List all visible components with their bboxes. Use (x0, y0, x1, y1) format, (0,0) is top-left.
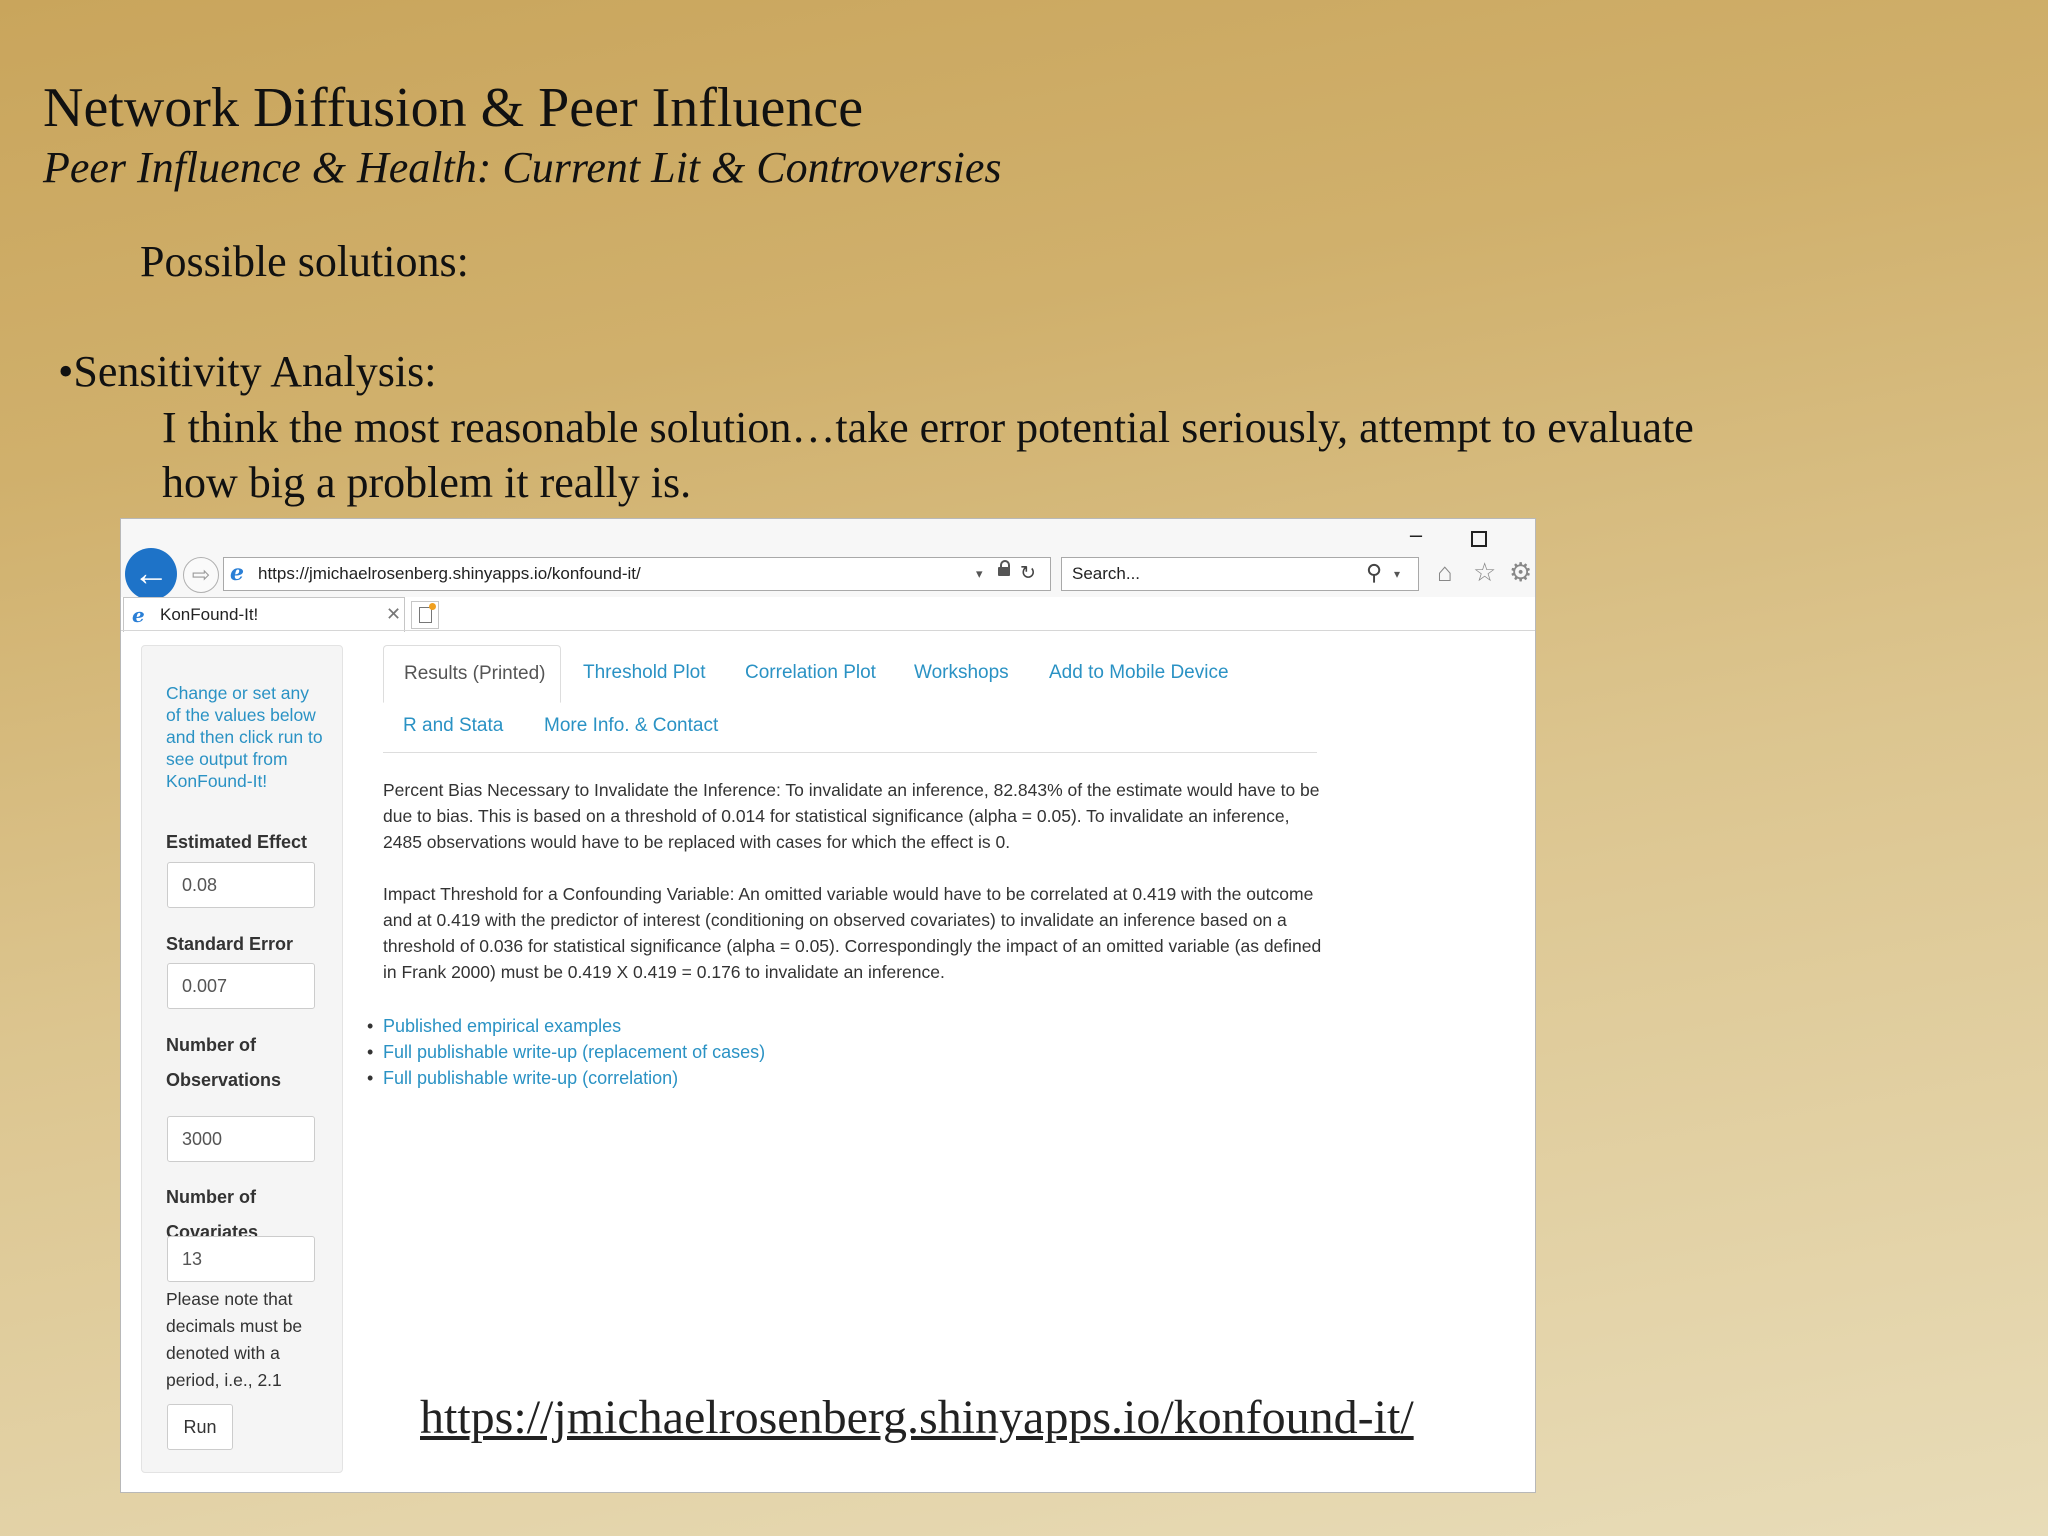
footer-url-link[interactable]: https://jmichaelrosenberg.shinyapps.io/k… (420, 1388, 1414, 1448)
list-item: • Full publishable write-up (correlation) (367, 1065, 765, 1091)
tab-more-info[interactable]: More Info. & Contact (544, 714, 718, 738)
address-dropdown-icon[interactable]: ▾ (976, 562, 983, 586)
tab-label[interactable]: KonFound-It! (160, 604, 258, 626)
content-divider (121, 630, 1535, 631)
ie-logo-icon: e (132, 603, 145, 627)
tab-r-stata[interactable]: R and Stata (403, 714, 503, 738)
link-writeup-replacement[interactable]: Full publishable write-up (replacement o… (383, 1042, 765, 1062)
maximize-icon[interactable] (1471, 531, 1487, 547)
sensitivity-heading: •Sensitivity Analysis: (58, 347, 437, 396)
home-icon[interactable]: ⌂ (1437, 557, 1453, 587)
address-bar[interactable]: e https://jmichaelrosenberg.shinyapps.io… (223, 557, 1051, 591)
tab-correlation-plot[interactable]: Correlation Plot (745, 661, 876, 685)
search-placeholder: Search... (1072, 564, 1141, 583)
tab-workshops[interactable]: Workshops (914, 661, 1009, 685)
close-icon[interactable]: ✕ (386, 602, 401, 626)
search-icon[interactable]: ⚲ (1366, 560, 1382, 586)
list-item: • Published empirical examples (367, 1013, 765, 1039)
minimize-icon[interactable]: – (1403, 523, 1429, 547)
bullet-icon: • (367, 1042, 374, 1062)
refresh-icon[interactable]: ↻ (1020, 562, 1036, 586)
link-writeup-correlation[interactable]: Full publishable write-up (correlation) (383, 1068, 678, 1088)
tab-threshold-plot[interactable]: Threshold Plot (583, 661, 706, 685)
standard-error-label: Standard Error (166, 934, 294, 954)
sidebar-intro: Change or set any of the values below an… (166, 683, 323, 791)
link-published-examples[interactable]: Published empirical examples (383, 1016, 621, 1036)
covariates-input[interactable] (167, 1236, 315, 1282)
star-icon[interactable]: ☆ (1473, 557, 1496, 587)
estimated-effect-label: Estimated Effect (166, 832, 308, 852)
search-dropdown-icon[interactable]: ▾ (1394, 562, 1400, 586)
back-arrow-icon[interactable]: ← (125, 548, 177, 600)
sensitivity-body: I think the most reasonable solution…tak… (162, 403, 1694, 507)
address-url[interactable]: https://jmichaelrosenberg.shinyapps.io/k… (258, 562, 641, 586)
decimal-note: Please note that decimals must be denote… (166, 1289, 303, 1390)
search-input[interactable]: Search... ⚲ ▾ (1061, 557, 1419, 591)
tab-results-printed[interactable]: Results (Printed) (383, 645, 561, 703)
list-item: • Full publishable write-up (replacement … (367, 1039, 765, 1065)
browser-tab[interactable]: e KonFound-It! ✕ (123, 597, 405, 632)
forward-arrow-icon[interactable]: ⇨ (183, 557, 219, 593)
observations-label: Number of Observations (166, 1035, 282, 1090)
bullet-icon: • (367, 1016, 374, 1036)
gear-icon[interactable]: ⚙ (1509, 557, 1532, 587)
links-list: • Published empirical examples • Full publ… (367, 1013, 765, 1091)
observations-input[interactable] (167, 1116, 315, 1162)
bullet-icon: • (367, 1068, 374, 1088)
new-tab-button[interactable] (411, 601, 439, 629)
new-tab-icon (419, 603, 436, 623)
slide-title: Network Diffusion & Peer Influence (43, 77, 864, 139)
estimated-effect-input[interactable] (167, 862, 315, 908)
browser-window: – ← ⇨ e https://jmichaelrosenberg.shinya… (120, 518, 1536, 1493)
sidebar-panel: Change or set any of the values below an… (141, 645, 343, 1473)
standard-error-input[interactable] (167, 963, 315, 1009)
confounding-paragraph: Impact Threshold for a Confounding Varia… (383, 884, 1322, 982)
lock-icon[interactable] (998, 560, 1010, 576)
slide-subtitle: Peer Influence & Health: Current Lit & C… (43, 143, 1002, 192)
tabs-divider (383, 752, 1317, 753)
ie-logo-icon: e (230, 560, 244, 586)
possible-solutions-heading: Possible solutions: (140, 237, 469, 286)
bias-paragraph: Percent Bias Necessary to Invalidate the… (383, 780, 1320, 852)
tab-add-mobile[interactable]: Add to Mobile Device (1049, 661, 1229, 685)
tab-results-label[interactable]: Results (Printed) (404, 662, 546, 686)
run-button[interactable]: Run (167, 1404, 233, 1450)
